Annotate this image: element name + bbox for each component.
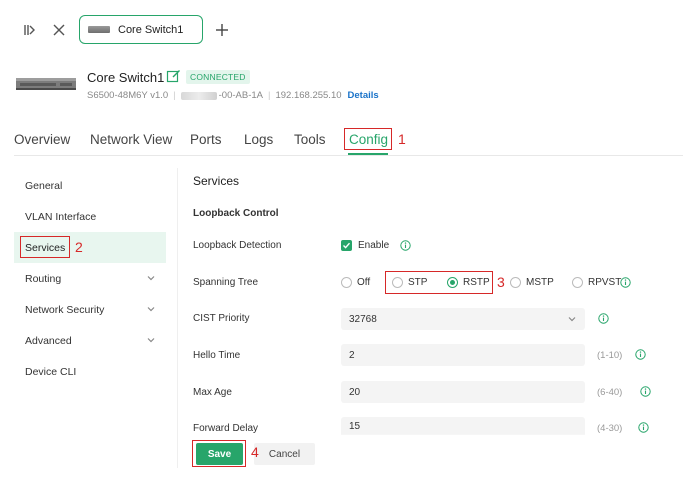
- info-icon[interactable]: [638, 422, 649, 433]
- annotation-number-4: 4: [251, 444, 259, 460]
- hello-time-value: 2: [349, 349, 355, 361]
- sidebar-item-label: Routing: [25, 272, 62, 285]
- annotation-number-1: 1: [398, 131, 406, 147]
- hello-time-input[interactable]: 2: [341, 344, 585, 366]
- radio-off-label: Off: [357, 277, 371, 288]
- sidebar-item-label: Advanced: [25, 334, 72, 347]
- tab-ports[interactable]: Ports: [190, 132, 222, 147]
- section-title: Services: [193, 174, 240, 188]
- divider: |: [268, 90, 271, 101]
- chevron-down-icon: [147, 307, 155, 312]
- config-sidebar: General VLAN Interface Services Routing …: [14, 170, 166, 387]
- device-meta: S6500-48M6Y v1.0 | -00-AB-1A | 192.168.2…: [87, 90, 379, 101]
- max-age-label: Max Age: [193, 387, 232, 398]
- device-mac: -00-AB-1A: [218, 90, 263, 101]
- check-icon: [343, 242, 351, 249]
- device-model: S6500-48M6Y v1.0: [87, 90, 169, 101]
- device-tab-label: Core Switch1: [118, 23, 184, 36]
- tab-network-view[interactable]: Network View: [90, 132, 172, 147]
- window-tab-bar: Core Switch1: [0, 0, 683, 58]
- radio-mstp[interactable]: [510, 277, 521, 288]
- sidebar-item-network-security[interactable]: Network Security: [14, 294, 166, 325]
- cancel-button[interactable]: Cancel: [254, 443, 315, 465]
- info-icon[interactable]: [400, 240, 411, 251]
- max-age-input[interactable]: 20: [341, 381, 585, 403]
- info-icon[interactable]: [635, 349, 646, 360]
- main-tabs: Overview Network View Ports Logs Tools C…: [0, 128, 683, 156]
- radio-rpvst[interactable]: [572, 277, 583, 288]
- sidebar-item-device-cli[interactable]: Device CLI: [14, 356, 166, 387]
- device-tab[interactable]: Core Switch1: [79, 15, 203, 44]
- cist-priority-select[interactable]: 32768: [341, 308, 585, 330]
- tabs-divider: [14, 155, 683, 156]
- chevron-down-icon: [147, 276, 155, 281]
- tab-tools[interactable]: Tools: [294, 132, 326, 147]
- cist-priority-label: CIST Priority: [193, 313, 250, 324]
- sidebar-item-advanced[interactable]: Advanced: [14, 325, 166, 356]
- info-icon[interactable]: [620, 277, 631, 288]
- spanning-tree-label: Spanning Tree: [193, 277, 259, 288]
- content-divider: [177, 168, 178, 468]
- radio-off[interactable]: [341, 277, 352, 288]
- loopback-detection-label: Loopback Detection: [193, 240, 282, 251]
- status-badge: CONNECTED: [186, 70, 250, 84]
- info-icon[interactable]: [640, 386, 651, 397]
- sidebar-item-label: VLAN Interface: [25, 210, 97, 223]
- details-link[interactable]: Details: [348, 90, 379, 101]
- scroll-fade: [180, 433, 683, 439]
- annotation-box-4: [192, 440, 246, 467]
- add-tab-icon[interactable]: [211, 19, 233, 41]
- annotation-box-3: [385, 271, 493, 294]
- hello-time-range: (1-10): [597, 350, 623, 361]
- divider: |: [173, 90, 176, 101]
- tab-logs[interactable]: Logs: [244, 132, 273, 147]
- loopback-enable-checkbox[interactable]: [341, 240, 352, 251]
- close-icon[interactable]: [48, 19, 70, 41]
- annotation-box-1: [344, 128, 392, 150]
- annotation-box-2: [20, 236, 70, 258]
- sidebar-item-general[interactable]: General: [14, 170, 166, 201]
- device-name: Core Switch1: [87, 70, 165, 85]
- radio-rpvst-label: RPVST: [588, 277, 622, 288]
- max-age-value: 20: [349, 386, 361, 398]
- annotation-number-3: 3: [497, 274, 505, 290]
- cist-priority-value: 32768: [349, 313, 377, 325]
- tab-overview[interactable]: Overview: [14, 132, 70, 147]
- collapse-sidebar-icon[interactable]: [18, 19, 40, 41]
- radio-mstp-label: MSTP: [526, 277, 554, 288]
- max-age-range: (6-40): [597, 387, 623, 398]
- active-tab-indicator: [348, 153, 388, 155]
- chevron-down-icon[interactable]: [567, 314, 577, 324]
- forward-delay-value: 15: [349, 420, 361, 432]
- redacted-mac-prefix: [180, 91, 217, 100]
- device-ip: 192.168.255.10: [275, 90, 342, 101]
- subsection-title: Loopback Control: [193, 208, 279, 219]
- edit-icon[interactable]: [166, 69, 181, 84]
- switch-thumbnail-icon: [88, 26, 110, 33]
- info-icon[interactable]: [598, 313, 609, 324]
- sidebar-item-vlan-interface[interactable]: VLAN Interface: [14, 201, 166, 232]
- enable-label: Enable: [358, 240, 390, 251]
- sidebar-item-label: Device CLI: [25, 365, 77, 378]
- sidebar-item-routing[interactable]: Routing: [14, 263, 166, 294]
- chevron-down-icon: [147, 338, 155, 343]
- hello-time-label: Hello Time: [193, 350, 241, 361]
- sidebar-item-label: Network Security: [25, 303, 105, 316]
- sidebar-item-label: General: [25, 179, 63, 192]
- annotation-number-2: 2: [75, 239, 83, 255]
- switch-device-image: [16, 73, 76, 93]
